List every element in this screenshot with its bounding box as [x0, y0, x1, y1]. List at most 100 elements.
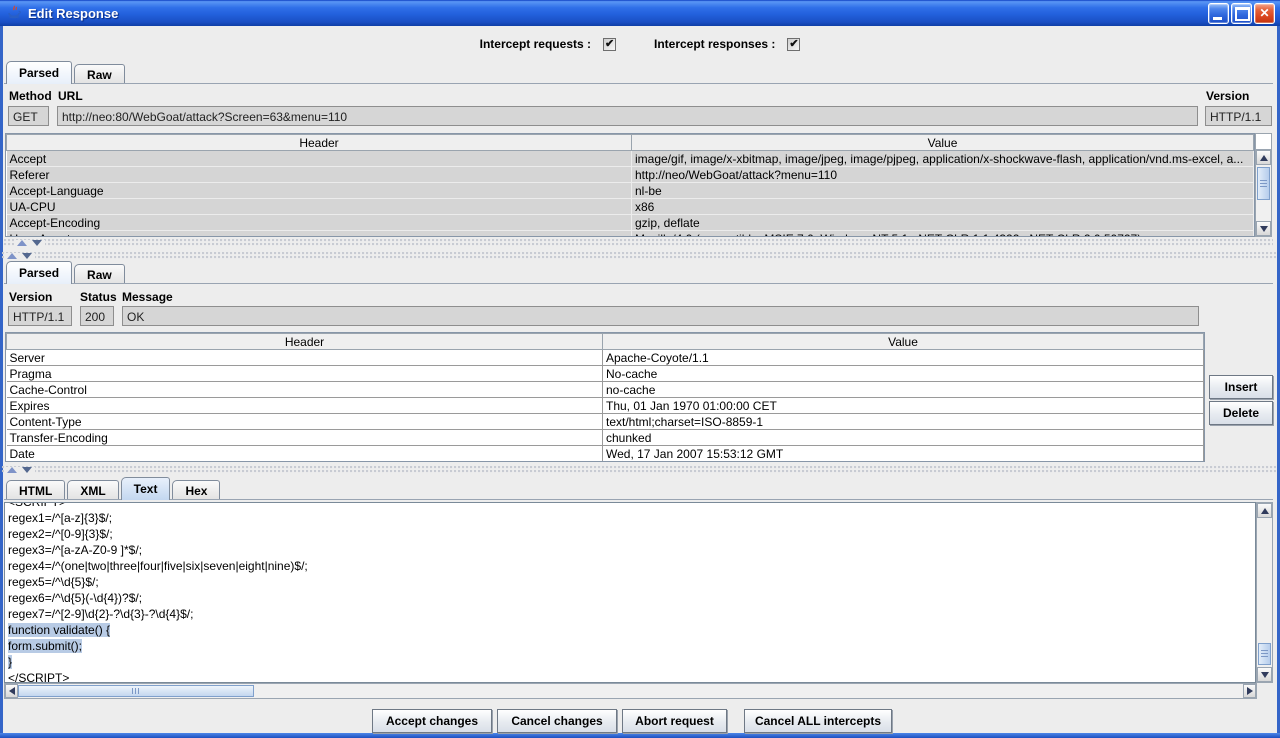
table-cell[interactable]: gzip, deflate: [632, 215, 1254, 231]
intercept-responses-checkbox[interactable]: [787, 38, 800, 51]
table-row[interactable]: Transfer-Encodingchunked: [7, 430, 1204, 446]
split-divider[interactable]: [4, 239, 1273, 247]
split-divider[interactable]: [2, 252, 1276, 260]
intercept-requests-checkbox[interactable]: [603, 38, 616, 51]
request-table-vscrollbar[interactable]: [1255, 149, 1272, 237]
code-line[interactable]: <SCRIPT>: [8, 502, 1255, 510]
method-field[interactable]: GET: [8, 106, 49, 126]
tab-xml[interactable]: XML: [67, 480, 118, 500]
table-cell[interactable]: Content-Type: [7, 414, 603, 430]
table-row[interactable]: PragmaNo-cache: [7, 366, 1204, 382]
scroll-up-icon[interactable]: [1256, 150, 1271, 165]
table-cell[interactable]: Accept-Encoding: [7, 215, 632, 231]
code-line[interactable]: regex5=/^\d{5}$/;: [8, 574, 1255, 590]
table-cell[interactable]: Date: [7, 446, 603, 462]
code-line[interactable]: </SCRIPT>: [8, 670, 1255, 683]
scroll-right-icon[interactable]: [1243, 684, 1256, 698]
table-cell[interactable]: Accept: [7, 151, 632, 167]
status-field[interactable]: 200: [80, 306, 114, 326]
abort-request-button[interactable]: Abort request: [622, 709, 727, 733]
table-row[interactable]: User-AgentMozilla/4.0 (compatible; MSIE …: [7, 231, 1254, 238]
table-cell[interactable]: chunked: [603, 430, 1204, 446]
table-cell[interactable]: http://neo/WebGoat/attack?menu=110: [632, 167, 1254, 183]
tab-response-raw[interactable]: Raw: [74, 264, 125, 284]
scroll-left-icon[interactable]: [5, 684, 18, 698]
scrollbar-thumb[interactable]: [1258, 643, 1271, 665]
code-line[interactable]: regex3=/^[a-zA-Z0-9 ]*$/;: [8, 542, 1255, 558]
maximize-button[interactable]: [1231, 3, 1252, 24]
code-line[interactable]: form.submit();: [8, 638, 1255, 654]
table-row[interactable]: ExpiresThu, 01 Jan 1970 01:00:00 CET: [7, 398, 1204, 414]
collapse-down-icon[interactable]: [32, 240, 42, 246]
table-cell[interactable]: User-Agent: [7, 231, 632, 238]
table-row[interactable]: Content-Typetext/html;charset=ISO-8859-1: [7, 414, 1204, 430]
scroll-up-icon[interactable]: [1257, 503, 1272, 518]
response-tabs: Parsed Raw: [6, 262, 127, 284]
split-divider[interactable]: [2, 466, 1276, 474]
collapse-up-icon[interactable]: [7, 253, 17, 259]
table-row[interactable]: ServerApache-Coyote/1.1: [7, 350, 1204, 366]
response-version-field[interactable]: HTTP/1.1: [8, 306, 72, 326]
table-row[interactable]: Accept-Encodinggzip, deflate: [7, 215, 1254, 231]
table-cell[interactable]: Referer: [7, 167, 632, 183]
delete-button[interactable]: Delete: [1209, 401, 1273, 425]
collapse-down-icon[interactable]: [22, 467, 32, 473]
tab-request-parsed[interactable]: Parsed: [6, 61, 72, 84]
request-version-field[interactable]: HTTP/1.1: [1205, 106, 1272, 126]
close-button[interactable]: [1254, 3, 1275, 24]
scroll-down-icon[interactable]: [1257, 667, 1272, 682]
minimize-button[interactable]: [1208, 3, 1229, 24]
table-cell[interactable]: Pragma: [7, 366, 603, 382]
title-bar[interactable]: Edit Response: [0, 0, 1280, 26]
cancel-changes-button[interactable]: Cancel changes: [497, 709, 617, 733]
insert-button[interactable]: Insert: [1209, 375, 1273, 399]
response-body-editor[interactable]: <SCRIPT>regex1=/^[a-z]{3}$/;regex2=/^[0-…: [4, 502, 1256, 683]
table-cell[interactable]: image/gif, image/x-xbitmap, image/jpeg, …: [632, 151, 1254, 167]
table-cell[interactable]: nl-be: [632, 183, 1254, 199]
tab-hex[interactable]: Hex: [172, 480, 220, 500]
table-row[interactable]: Acceptimage/gif, image/x-xbitmap, image/…: [7, 151, 1254, 167]
table-cell[interactable]: Thu, 01 Jan 1970 01:00:00 CET: [603, 398, 1204, 414]
tab-request-raw[interactable]: Raw: [74, 64, 125, 84]
table-cell[interactable]: Transfer-Encoding: [7, 430, 603, 446]
code-line[interactable]: function validate() {: [8, 622, 1255, 638]
table-cell[interactable]: Server: [7, 350, 603, 366]
message-field[interactable]: OK: [122, 306, 1199, 326]
table-cell[interactable]: text/html;charset=ISO-8859-1: [603, 414, 1204, 430]
collapse-up-icon[interactable]: [17, 240, 27, 246]
code-line[interactable]: regex1=/^[a-z]{3}$/;: [8, 510, 1255, 526]
tab-response-parsed[interactable]: Parsed: [6, 261, 72, 284]
editor-vscrollbar[interactable]: [1256, 502, 1273, 683]
scroll-down-icon[interactable]: [1256, 221, 1271, 236]
code-line[interactable]: regex4=/^(one|two|three|four|five|six|se…: [8, 558, 1255, 574]
table-cell[interactable]: Accept-Language: [7, 183, 632, 199]
table-row[interactable]: Accept-Languagenl-be: [7, 183, 1254, 199]
code-line[interactable]: }: [8, 654, 1255, 670]
table-cell[interactable]: Wed, 17 Jan 2007 15:53:12 GMT: [603, 446, 1204, 462]
table-cell[interactable]: UA-CPU: [7, 199, 632, 215]
table-cell[interactable]: Apache-Coyote/1.1: [603, 350, 1204, 366]
code-line[interactable]: regex6=/^\d{5}(-\d{4})?$/;: [8, 590, 1255, 606]
accept-changes-button[interactable]: Accept changes: [372, 709, 492, 733]
collapse-up-icon[interactable]: [7, 467, 17, 473]
table-row[interactable]: DateWed, 17 Jan 2007 15:53:12 GMT: [7, 446, 1204, 462]
table-cell[interactable]: x86: [632, 199, 1254, 215]
scrollbar-thumb[interactable]: [1257, 167, 1270, 200]
cancel-all-intercepts-button[interactable]: Cancel ALL intercepts: [744, 709, 892, 733]
table-cell[interactable]: Cache-Control: [7, 382, 603, 398]
table-cell[interactable]: No-cache: [603, 366, 1204, 382]
collapse-down-icon[interactable]: [22, 253, 32, 259]
table-cell[interactable]: no-cache: [603, 382, 1204, 398]
url-field[interactable]: http://neo:80/WebGoat/attack?Screen=63&m…: [57, 106, 1198, 126]
table-cell[interactable]: Expires: [7, 398, 603, 414]
tab-html[interactable]: HTML: [6, 480, 65, 500]
table-cell[interactable]: Mozilla/4.0 (compatible; MSIE 7.0; Windo…: [632, 231, 1254, 238]
table-row[interactable]: Cache-Controlno-cache: [7, 382, 1204, 398]
editor-hscrollbar[interactable]: [4, 683, 1257, 699]
code-line[interactable]: regex2=/^[0-9]{3}$/;: [8, 526, 1255, 542]
scrollbar-thumb[interactable]: [18, 685, 254, 697]
table-row[interactable]: UA-CPUx86: [7, 199, 1254, 215]
code-line[interactable]: regex7=/^[2-9]\d{2}-?\d{3}-?\d{4}$/;: [8, 606, 1255, 622]
table-row[interactable]: Refererhttp://neo/WebGoat/attack?menu=11…: [7, 167, 1254, 183]
tab-text[interactable]: Text: [121, 477, 171, 500]
